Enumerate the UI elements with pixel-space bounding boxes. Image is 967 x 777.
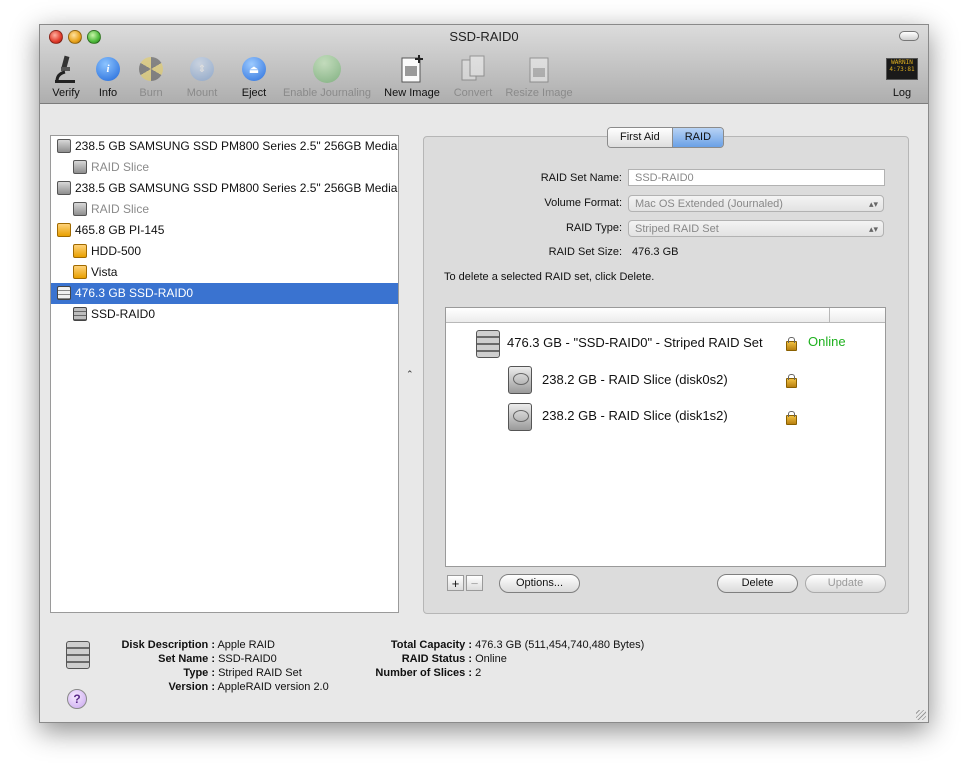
resize-image-button[interactable]: Resize Image — [502, 53, 576, 99]
delete-button[interactable]: Delete — [717, 574, 798, 593]
journal-icon — [313, 55, 341, 83]
total-capacity-row: Total Capacity : 476.3 GB (511,454,740,4… — [390, 639, 645, 651]
table-row-slice[interactable]: 238.2 GB - RAID Slice (disk0s2) — [542, 372, 728, 387]
hard-disk-icon — [508, 403, 532, 431]
set-name-row: Set Name : SSD-RAID0 — [158, 653, 277, 665]
disk-utility-window: SSD-RAID0 Verify i Info Burn ⇕ Mount ⏏ E… — [39, 24, 929, 723]
window-title: SSD-RAID0 — [449, 29, 519, 44]
table-row-raid-set[interactable]: 476.3 GB - "SSD-RAID0" - Striped RAID Se… — [507, 335, 763, 350]
delete-hint: To delete a selected RAID set, click Del… — [444, 271, 655, 283]
new-image-button[interactable]: New Image — [382, 53, 442, 99]
add-button[interactable]: + — [447, 575, 464, 591]
popup-arrows-icon: ▴▾ — [868, 224, 878, 234]
hard-disk-icon — [508, 366, 532, 394]
lock-icon — [786, 411, 797, 425]
table-header — [446, 308, 885, 323]
tab-raid[interactable]: RAID — [671, 128, 724, 147]
convert-button[interactable]: Convert — [450, 53, 496, 99]
enable-journaling-button[interactable]: Enable Journaling — [279, 53, 375, 99]
raid-type-label: RAID Type: — [565, 222, 622, 234]
log-icon: WARNIN 4:73:81 — [886, 58, 918, 80]
raid-members-table[interactable]: 476.3 GB - "SSD-RAID0" - Striped RAID Se… — [445, 307, 886, 567]
eject-button[interactable]: ⏏ Eject — [237, 53, 271, 99]
number-of-slices-row: Number of Slices : 2 — [375, 667, 482, 679]
hdd-icon — [57, 138, 71, 153]
log-button[interactable]: WARNIN 4:73:81 Log — [885, 53, 919, 99]
version-row: Version : AppleRAID version 2.0 — [168, 681, 329, 693]
burn-button[interactable]: Burn — [134, 53, 168, 99]
hdd-icon — [73, 159, 87, 174]
info-icon: i — [96, 57, 120, 81]
sidebar-item-volume[interactable]: HDD-500 — [51, 241, 398, 262]
raid-set-name-field[interactable]: SSD-RAID0 — [628, 169, 885, 186]
resize-grip-icon[interactable] — [916, 710, 926, 720]
lock-icon — [786, 374, 797, 388]
resize-image-icon — [529, 57, 549, 83]
toolbar: SSD-RAID0 Verify i Info Burn ⇕ Mount ⏏ E… — [40, 25, 928, 104]
disk-description-row: Disk Description : Apple RAID — [121, 639, 275, 651]
mount-button[interactable]: ⇕ Mount — [181, 53, 223, 99]
hdd-icon — [57, 180, 71, 195]
sidebar-item-volume[interactable]: RAID Slice — [51, 199, 398, 220]
volume-format-label: Volume Format: — [544, 197, 622, 209]
split-view-handle[interactable]: ⌃ — [406, 369, 414, 380]
help-button[interactable]: ? — [67, 689, 87, 709]
raid-icon — [57, 285, 71, 300]
raid-set-size-value: 476.3 GB — [632, 246, 679, 258]
remove-button[interactable]: − — [466, 575, 483, 591]
options-button[interactable]: Options... — [499, 574, 580, 593]
raid-set-icon — [476, 330, 500, 358]
convert-icon — [461, 55, 485, 81]
selected-raid-icon — [66, 641, 90, 669]
tab-bar: First Aid RAID — [607, 127, 725, 148]
tab-first-aid[interactable]: First Aid — [608, 128, 672, 147]
lock-icon — [786, 337, 797, 351]
microscope-icon — [55, 55, 75, 83]
sidebar-item-disk[interactable]: 238.5 GB SAMSUNG SSD PM800 Series 2.5" 2… — [51, 136, 398, 157]
raid-set-name-label: RAID Set Name: — [540, 172, 622, 184]
type-row: Type : Striped RAID Set — [183, 667, 302, 679]
update-button[interactable]: Update — [805, 574, 886, 593]
sidebar-item-raid-set[interactable]: 476.3 GB SSD-RAID0 — [51, 283, 398, 304]
sidebar-item-disk[interactable]: 465.8 GB PI-145 — [51, 220, 398, 241]
toolbar-toggle-button[interactable] — [899, 31, 919, 41]
raid-type-popup[interactable]: Striped RAID Set ▴▾ — [628, 220, 884, 237]
new-image-icon — [401, 55, 423, 83]
sidebar-item-volume[interactable]: RAID Slice — [51, 157, 398, 178]
popup-arrows-icon: ▴▾ — [868, 199, 878, 209]
table-row-slice[interactable]: 238.2 GB - RAID Slice (disk1s2) — [542, 408, 728, 423]
burn-icon — [139, 57, 163, 81]
raid-icon — [73, 306, 87, 321]
disk-list[interactable]: 238.5 GB SAMSUNG SSD PM800 Series 2.5" 2… — [50, 135, 399, 613]
volume-format-popup[interactable]: Mac OS Extended (Journaled) ▴▾ — [628, 195, 884, 212]
raid-status-row: RAID Status : Online — [401, 653, 507, 665]
hdd-icon — [73, 201, 87, 216]
mount-icon: ⇕ — [190, 57, 214, 81]
verify-button[interactable]: Verify — [46, 53, 86, 99]
external-disk-icon — [73, 264, 87, 279]
status-online: Online — [808, 334, 846, 349]
raid-set-size-label: RAID Set Size: — [548, 246, 622, 258]
external-disk-icon — [73, 243, 87, 258]
sidebar-item-disk[interactable]: 238.5 GB SAMSUNG SSD PM800 Series 2.5" 2… — [51, 178, 398, 199]
eject-icon: ⏏ — [242, 57, 266, 81]
sidebar-item-volume[interactable]: SSD-RAID0 — [51, 304, 398, 325]
sidebar-item-volume[interactable]: Vista — [51, 262, 398, 283]
external-disk-icon — [57, 222, 71, 237]
info-button[interactable]: i Info — [92, 53, 124, 99]
